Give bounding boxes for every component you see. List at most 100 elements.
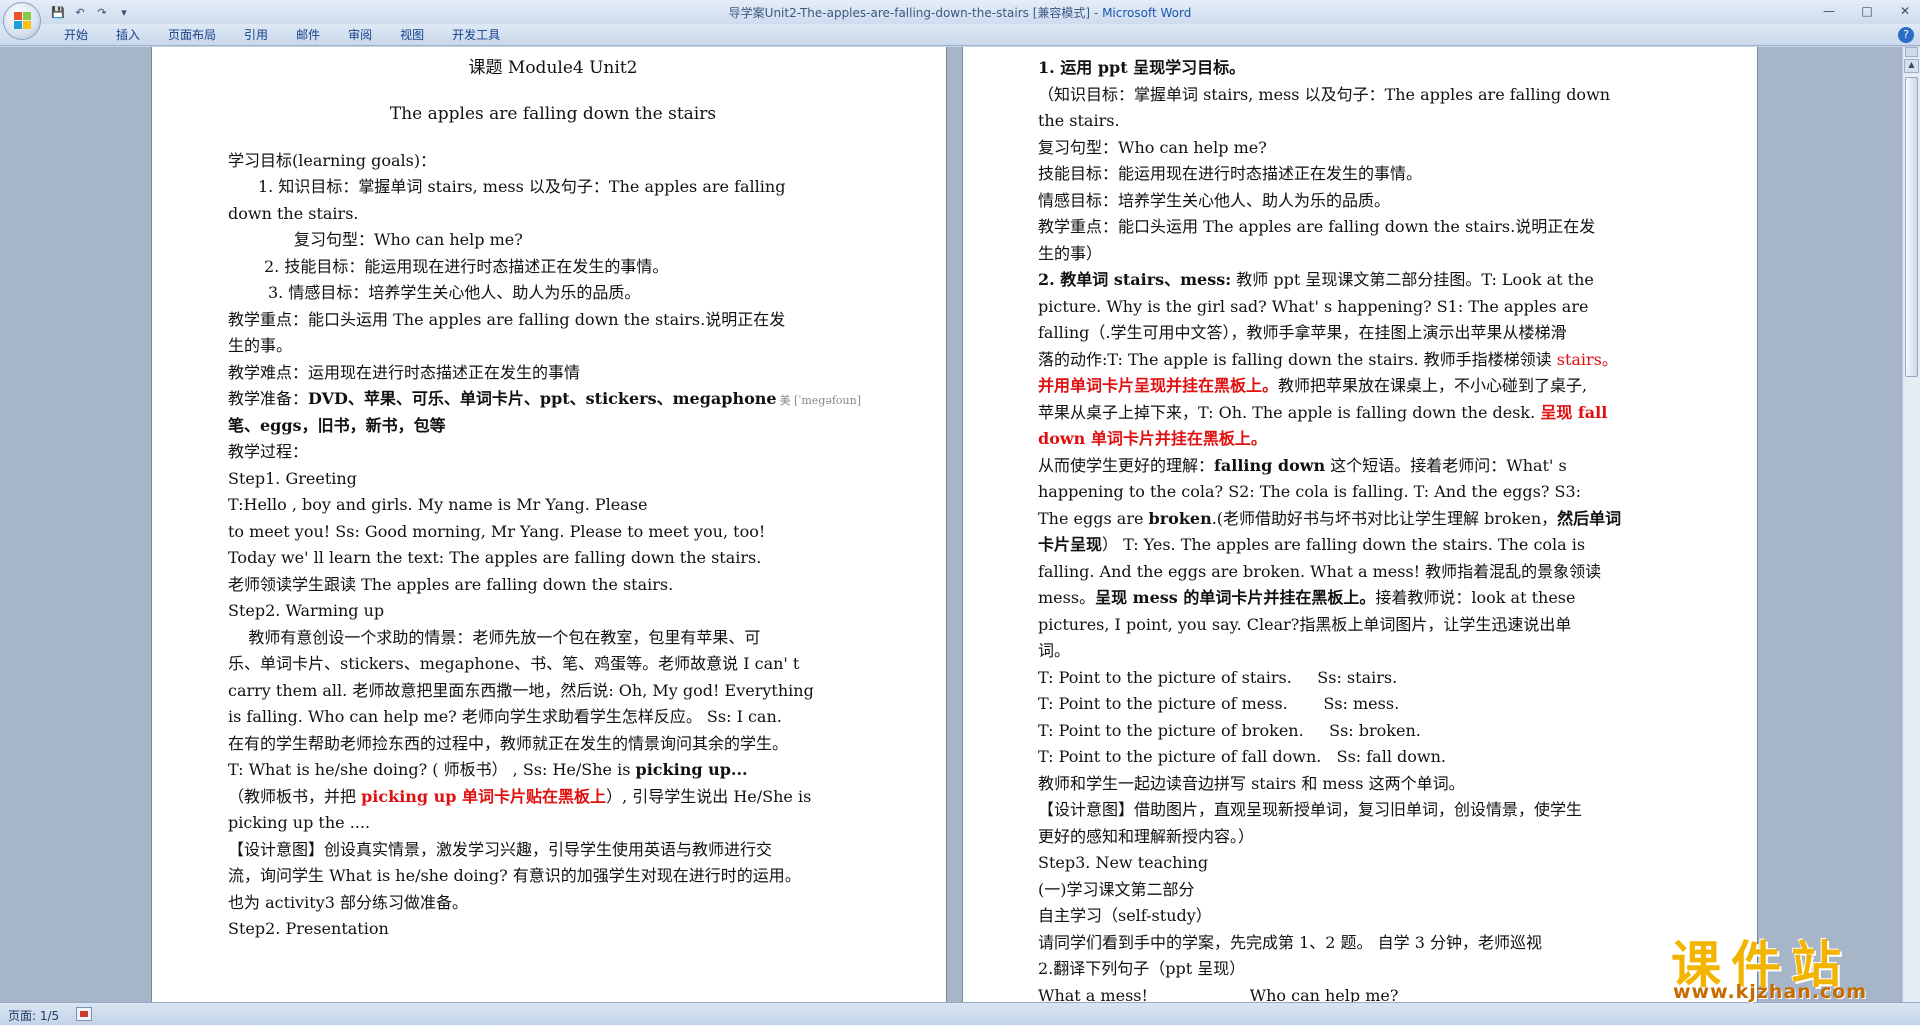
text-line: The eggs are broken.(老师借助好书与坏书对比让学生理解 br…	[1038, 506, 1688, 533]
text-line: happening to the cola? S2: The cola is f…	[1038, 482, 1582, 501]
text-line: picking up the ....	[228, 813, 371, 832]
text-span: ） T: Yes. The apples are falling down th…	[1102, 535, 1586, 554]
kjzhan-watermark: 课件站 www.kjzhan.com	[1671, 925, 1909, 1005]
text-line: T: Point to the picture of stairs. Ss: s…	[1038, 667, 1398, 687]
text-line: 生的事）	[1038, 243, 1103, 263]
text-line: 自主学习（self-study）	[1038, 906, 1212, 925]
help-icon[interactable]: ?	[1898, 27, 1914, 43]
text-line: 1. 运用 ppt 呈现学习目标。	[1038, 58, 1246, 77]
text-line: 3. 情感目标：培养学生关心他人、助人为乐的品质。	[268, 283, 641, 302]
text-line: 复习句型：Who can help me?	[1038, 137, 1267, 157]
scroll-up-arrow-icon[interactable]: ▲	[1904, 59, 1919, 73]
scrollbar-thumb[interactable]	[1905, 77, 1918, 377]
text-span: falling down	[1214, 455, 1326, 475]
text-line: 【设计意图】创设真实情景，激发学习兴趣，引导学生使用英语与教师进行交	[228, 839, 773, 859]
tab-developer[interactable]: 开发工具	[438, 27, 514, 43]
tab-references[interactable]: 引用	[230, 27, 282, 43]
text-line: 流，询问学生 What is he/she doing? 有意识的加强学生对现在…	[228, 866, 801, 885]
text-line: 2. 技能目标：能运用现在进行时态描述正在发生的事情。	[264, 256, 669, 276]
text-line: Step3. New teaching	[1038, 853, 1209, 872]
text-span: 落的动作:T: The apple is falling down the st…	[1038, 349, 1557, 369]
text-span: T: What is he/she doing? ( 师板书） , Ss: He…	[228, 760, 636, 779]
text-line: carry them all. 老师故意把里面东西撒一地，然后说: Oh, My…	[228, 680, 814, 700]
tab-view[interactable]: 视图	[386, 27, 438, 43]
text-line: 教师和学生一起边读音边拼写 stairs 和 mess 这两个单词。	[1038, 773, 1465, 793]
text-span: 教学准备：	[228, 389, 309, 408]
text-line: 词。	[1038, 641, 1071, 660]
text-line: （教师板书，并把 picking up 单词卡片贴在黑板上）, 引导学生说出 H…	[228, 784, 878, 811]
text-line: is falling. Who can help me? 老师向学生求助看学生怎…	[228, 707, 782, 726]
proofing-status-icon[interactable]	[76, 1007, 92, 1021]
tab-page-layout[interactable]: 页面布局	[154, 27, 230, 43]
lesson-subtitle: The apples are falling down the stairs	[389, 104, 717, 124]
text-line: 技能目标：能运用现在进行时态描述正在发生的事情。	[1038, 164, 1423, 183]
tab-insert[interactable]: 插入	[102, 27, 154, 43]
text-line: 情感目标：培养学生关心他人、助人为乐的品质。	[1038, 190, 1391, 210]
close-button[interactable]: ✕	[1896, 2, 1914, 20]
text-line: falling（.学生可用中文答），教师手拿苹果，在挂图上演示出苹果从楼梯滑	[1038, 323, 1567, 342]
text-line: to meet you! Ss: Good morning, Mr Yang. …	[228, 521, 766, 541]
office-logo-icon	[14, 12, 32, 30]
text-line: pictures, I point, you say. Clear?指黑板上单词…	[1038, 614, 1572, 634]
vertical-scrollbar[interactable]: ▲	[1902, 47, 1920, 1002]
document-page-1[interactable]: 课题 Module4 Unit2 The apples are falling …	[152, 47, 946, 1002]
window-controls: — □ ✕	[1820, 2, 1914, 20]
text-line: 从而使学生更好的理解：falling down 这个短语。接着老师问：What'…	[1038, 453, 1688, 480]
text-line: Step1. Greeting	[228, 468, 357, 488]
text-line: down the stairs.	[228, 203, 359, 223]
text-span: ）, 引导学生说出 He/She is	[606, 786, 812, 806]
tab-mailings[interactable]: 邮件	[282, 27, 334, 43]
text-line: 1. 知识目标：掌握单词 stairs, mess 以及句子：The apple…	[258, 177, 786, 196]
text-line: 教学准备：DVD、苹果、可乐、单词卡片、ppt、stickers、megapho…	[228, 386, 878, 413]
text-line: 也为 activity3 部分练习做准备。	[228, 892, 469, 912]
document-title: 导学案Unit2-The-apples-are-falling-down-the…	[728, 6, 1103, 20]
ribbon-tabs: 开始 插入 页面布局 引用 邮件 审阅 视图 开发工具 ?	[0, 24, 1920, 46]
text-span: picking up...	[635, 760, 748, 779]
text-line: 教学重点：能口头运用 The apples are falling down t…	[1038, 217, 1596, 236]
title-bar: 💾 ↶ ↷ ▾ 导学案Unit2-The-apples-are-falling-…	[0, 0, 1920, 24]
text-line: picture. Why is the girl sad? What' s ha…	[1038, 296, 1589, 316]
text-line: 【设计意图】借助图片，直观呈现新授单词，复习旧单词，创设情景，使学生	[1038, 800, 1583, 819]
text-span: 这个短语。接着老师问：What' s	[1325, 455, 1567, 475]
page-count-indicator[interactable]: 页面: 1/5	[8, 1007, 59, 1024]
maximize-button[interactable]: □	[1858, 2, 1876, 20]
status-bar: 页面: 1/5	[0, 1002, 1920, 1025]
text-line: Today we' ll learn the text: The apples …	[228, 548, 762, 567]
text-span: （教师板书，并把	[228, 786, 362, 806]
text-line: 教学难点：运用现在进行时态描述正在发生的事情	[228, 362, 581, 382]
office-button[interactable]	[3, 2, 41, 40]
lesson-title: 课题 Module4 Unit2	[468, 58, 638, 78]
text-span: 卡片呈现	[1038, 535, 1103, 554]
text-line: 笔、eggs，旧书，新书，包等	[228, 415, 446, 435]
text-span: 接着教师说：look at these	[1375, 588, 1576, 607]
page-1-content: 课题 Module4 Unit2 The apples are falling …	[228, 53, 878, 943]
text-line: 在有的学生帮助老师捡东西的过程中，教师就正在发生的情景询问其余的学生。	[228, 733, 789, 753]
text-span: 然后单词	[1557, 508, 1622, 528]
text-line: 2. 教单词 stairs、mess: 教师 ppt 呈现课文第二部分挂图。T:…	[1038, 267, 1688, 294]
highlight-red-text: down 单词卡片并挂在黑板上。	[1038, 429, 1267, 448]
text-span: DVD、苹果、可乐、单词卡片、ppt、stickers、megaphone	[308, 389, 777, 408]
text-line: 教师有意创设一个求助的情景：老师先放一个包在教室，包里有苹果、可	[228, 627, 761, 647]
minimize-button[interactable]: —	[1820, 2, 1838, 20]
page-2-content: 1. 运用 ppt 呈现学习目标。 （知识目标：掌握单词 stairs, mes…	[1038, 55, 1688, 1002]
text-line: 落的动作:T: The apple is falling down the st…	[1038, 347, 1688, 374]
text-span: .(老师借助好书与坏书对比让学生理解 broken，	[1211, 508, 1558, 528]
text-line: 并用单词卡片呈现并挂在黑板上。教师把苹果放在课桌上，不小心碰到了桌子,	[1038, 373, 1688, 400]
text-line: the stairs.	[1038, 111, 1120, 130]
text-line: T: What is he/she doing? ( 师板书） , Ss: He…	[228, 757, 878, 784]
text-line: 教学过程：	[228, 442, 309, 461]
document-page-2[interactable]: 1. 运用 ppt 呈现学习目标。 （知识目标：掌握单词 stairs, mes…	[963, 47, 1757, 1002]
highlight-red-text: 呈现 fall	[1540, 402, 1608, 422]
ruler-toggle-icon[interactable]	[1905, 47, 1918, 57]
tab-home[interactable]: 开始	[50, 27, 102, 43]
text-line: T: Point to the picture of mess. Ss: mes…	[1038, 694, 1400, 713]
text-span: 2. 教单词 stairs、mess:	[1038, 270, 1232, 289]
text-line: （知识目标：掌握单词 stairs, mess 以及句子：The apples …	[1038, 84, 1611, 104]
text-span: 苹果从桌子上掉下来，T: Oh. The apple is falling do…	[1038, 402, 1541, 422]
text-span: 教师 ppt 呈现课文第二部分挂图。T: Look at the	[1231, 270, 1594, 289]
text-line: 乐、单词卡片、stickers、megaphone、书、笔、鸡蛋等。老师故意说 …	[228, 654, 800, 673]
text-line: 请同学们看到手中的学案，先完成第 1、2 题。 自学 3 分钟，老师巡视	[1038, 932, 1542, 952]
tab-review[interactable]: 审阅	[334, 27, 386, 43]
